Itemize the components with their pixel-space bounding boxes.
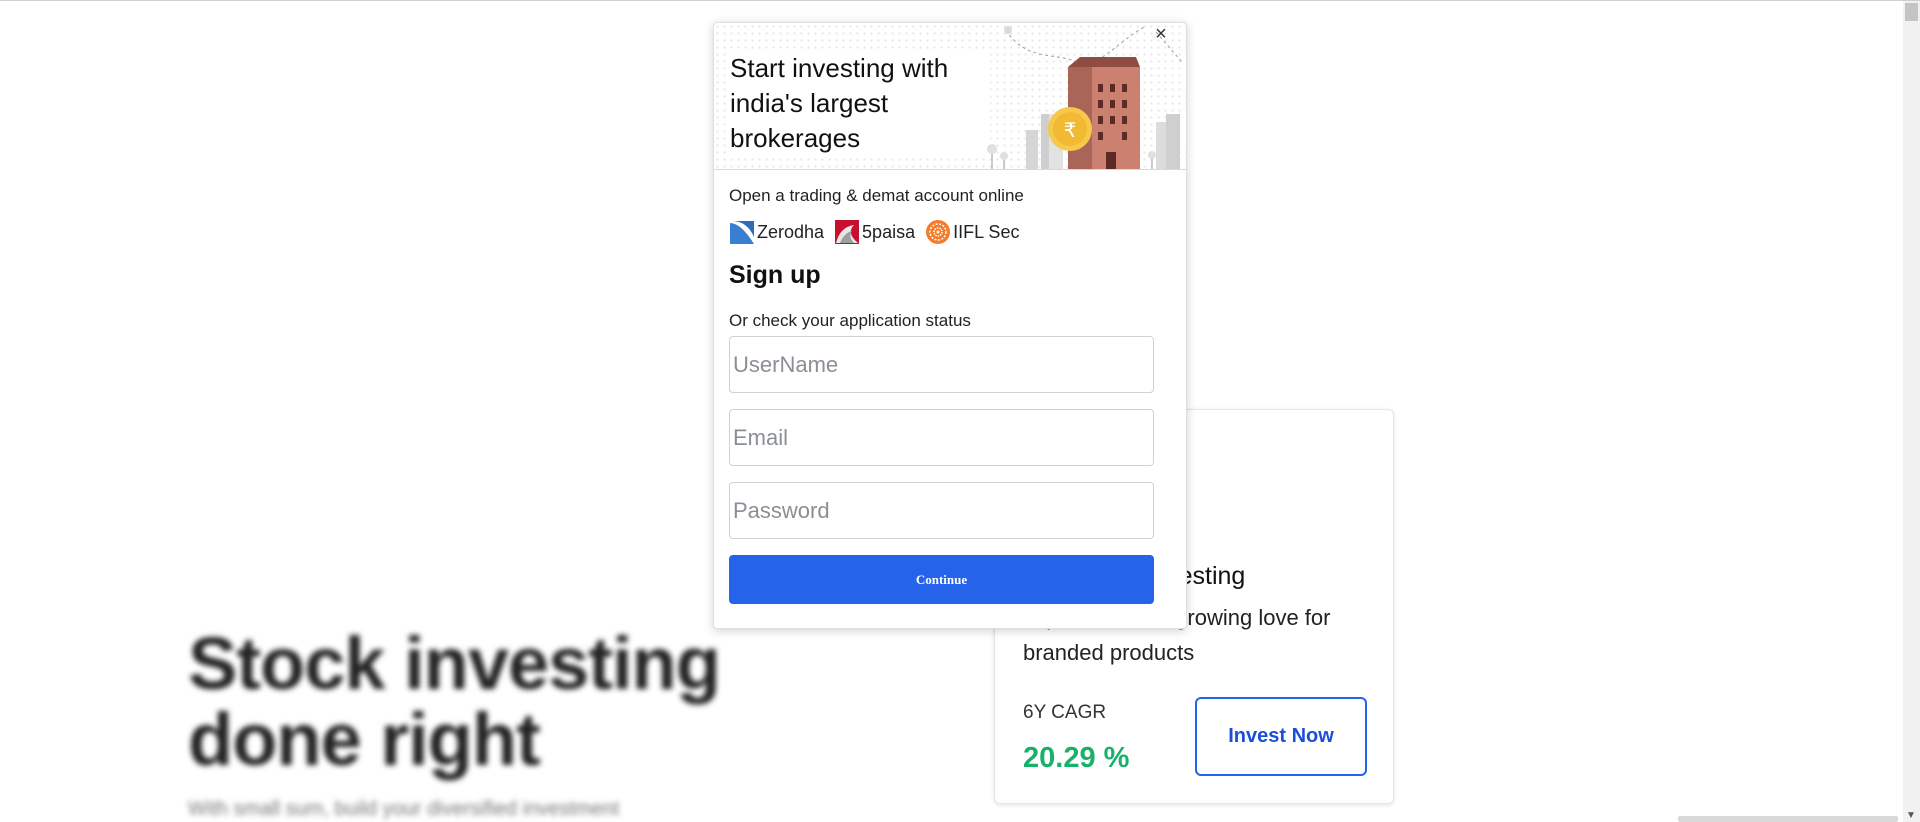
- broker-iifl: IIFL Sec: [925, 219, 1019, 245]
- hero-title: Stock investing done right: [188, 622, 721, 781]
- broker-zerodha: Zerodha: [729, 219, 824, 245]
- cagr-label: 6Y CAGR: [1023, 702, 1107, 723]
- broker-list: Zerodha 5paisa IIFL Sec: [729, 219, 1023, 245]
- broker-name: 5paisa: [862, 221, 916, 242]
- broker-name: Zerodha: [757, 221, 825, 242]
- continue-button[interactable]: Continue: [729, 555, 1154, 604]
- password-input[interactable]: [729, 482, 1154, 539]
- 5paisa-logo-icon: [835, 220, 860, 244]
- signup-modal: Start investing with india's largest bro…: [713, 22, 1187, 629]
- zerodha-logo-icon: [730, 221, 754, 244]
- invest-now-button[interactable]: Invest Now: [1195, 697, 1367, 776]
- modal-title: Start investing with india's largest bro…: [730, 51, 990, 156]
- username-input[interactable]: [729, 336, 1154, 393]
- hero-subtitle: With small sum, build your diversified i…: [188, 798, 620, 820]
- building-illustration-icon: ₹: [987, 25, 1183, 169]
- scroll-down-icon[interactable]: ▼: [1906, 810, 1916, 821]
- signup-heading: Sign up: [729, 261, 821, 289]
- email-input[interactable]: [729, 409, 1154, 466]
- hero: Stock investing done right With small su…: [188, 622, 828, 821]
- page: Stock investing done right With small su…: [0, 0, 1920, 822]
- svg-text:₹: ₹: [1064, 118, 1077, 142]
- iifl-logo-icon: [926, 220, 951, 244]
- modal-subtitle: Open a trading & demat account online: [729, 186, 1024, 205]
- modal-banner: Start investing with india's largest bro…: [714, 23, 1186, 170]
- broker-5paisa: 5paisa: [834, 219, 915, 245]
- cagr-value: 20.29 %: [1023, 742, 1130, 774]
- vertical-scrollbar[interactable]: ▼: [1903, 1, 1920, 822]
- broker-name: IIFL Sec: [953, 221, 1020, 242]
- horizontal-scrollbar[interactable]: [1678, 816, 1898, 822]
- application-status-text: Or check your application status: [729, 311, 971, 330]
- scrollbar-thumb[interactable]: [1905, 3, 1918, 21]
